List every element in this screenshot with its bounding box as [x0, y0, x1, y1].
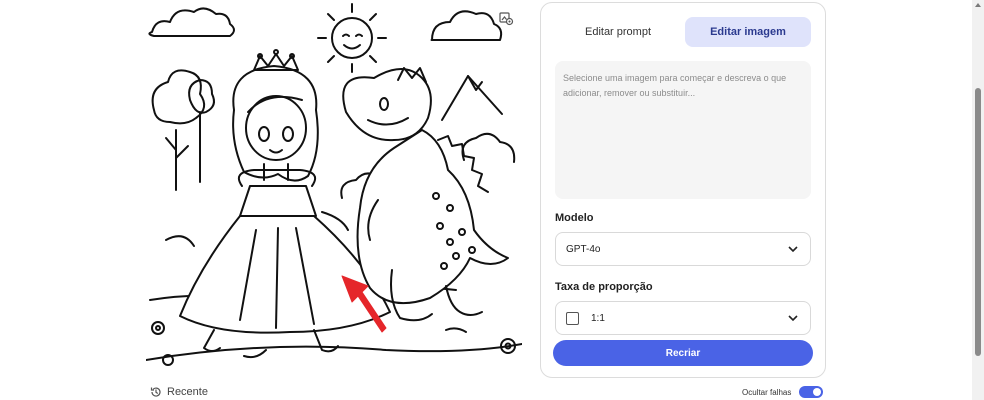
trees — [151, 69, 215, 191]
app-page: Editar prompt Editar imagem Selecione um… — [0, 0, 984, 400]
dinosaur — [342, 67, 509, 322]
prompt-textarea[interactable]: Selecione uma imagem para começar e desc… — [555, 61, 811, 199]
hide-failures-control: Ocultar falhas — [742, 386, 824, 398]
cloud-left — [148, 7, 235, 37]
cloud-right — [430, 10, 503, 42]
aspect-ratio-value: 1:1 — [591, 312, 605, 324]
model-label: Modelo — [555, 212, 594, 224]
sun — [317, 3, 387, 73]
image-canvas[interactable] — [146, 0, 522, 378]
recent-label: Recente — [167, 386, 208, 398]
scroll-up-arrow-icon[interactable] — [975, 3, 981, 7]
recreate-button[interactable]: Recriar — [553, 340, 813, 366]
hide-failures-label: Ocultar falhas — [742, 387, 792, 397]
tab-edit-image[interactable]: Editar imagem — [685, 17, 811, 47]
chevron-down-icon — [788, 246, 798, 253]
image-edit-icon[interactable] — [498, 10, 514, 26]
edit-panel: Editar prompt Editar imagem Selecione um… — [540, 2, 826, 378]
aspect-ratio-label: Taxa de proporção — [555, 281, 653, 293]
history-icon — [150, 387, 161, 397]
model-select[interactable]: GPT-4o — [555, 232, 811, 266]
model-value: GPT-4o — [566, 243, 601, 255]
hide-failures-toggle[interactable] — [799, 386, 824, 398]
chevron-down-icon — [788, 315, 798, 322]
checkbox-icon[interactable] — [566, 311, 579, 325]
aspect-ratio-select[interactable]: 1:1 — [555, 301, 811, 335]
tab-bar: Editar prompt Editar imagem — [555, 17, 811, 47]
scrollbar[interactable] — [972, 0, 984, 400]
recent-button[interactable]: Recente — [150, 386, 208, 398]
tab-edit-prompt[interactable]: Editar prompt — [555, 17, 681, 47]
scroll-thumb[interactable] — [975, 88, 981, 356]
